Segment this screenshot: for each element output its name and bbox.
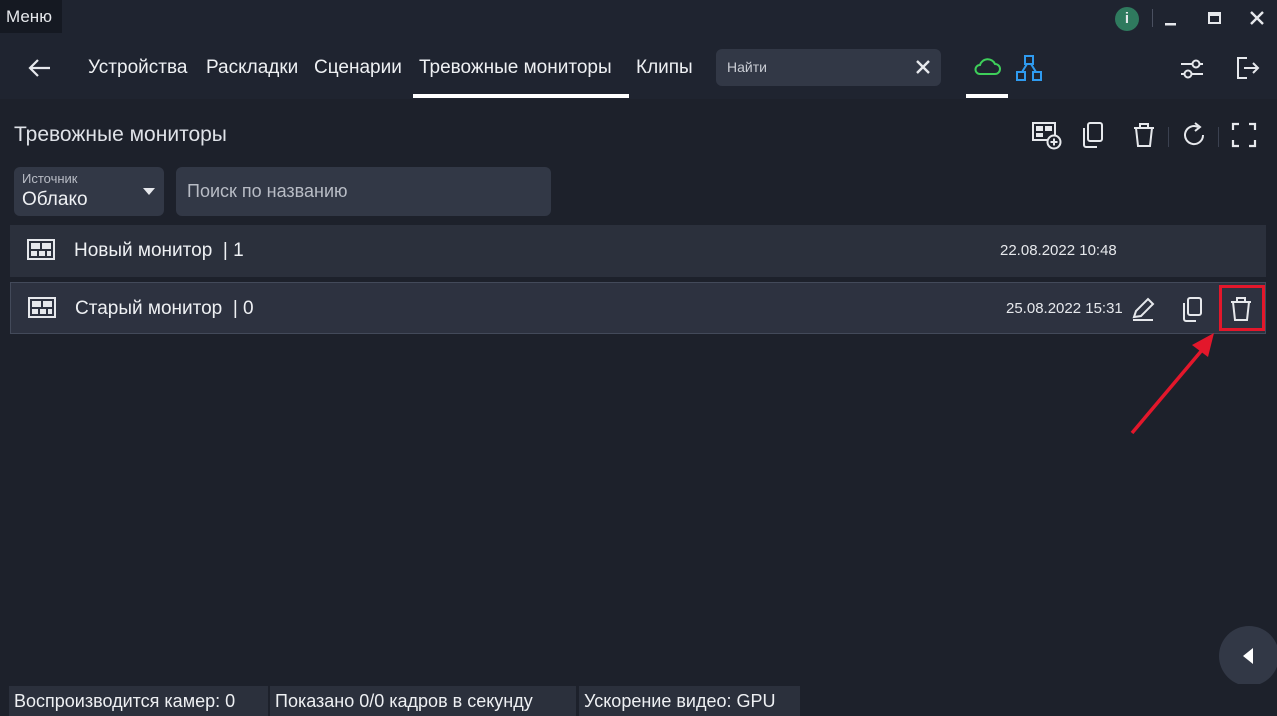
monitor-row-selected[interactable]: Старый монитор | 0 25.08.2022 15:31 [10, 282, 1266, 334]
monitor-name: Новый монитор | 1 [74, 240, 244, 261]
monitor-row[interactable]: Новый монитор | 1 22.08.2022 10:48 [10, 225, 1266, 277]
trash-icon[interactable] [1128, 119, 1160, 151]
status-frames: Показано 0/0 кадров в секунду [270, 686, 576, 716]
settings-sliders-icon[interactable] [1177, 54, 1207, 84]
collapse-panel-button[interactable] [1219, 626, 1277, 686]
name-search-input[interactable]: Поиск по названию [176, 167, 551, 216]
source-value: Облако [22, 189, 88, 210]
chevron-down-icon [143, 188, 155, 195]
page-title: Тревожные мониторы [14, 123, 227, 146]
edit-pencil-icon[interactable] [1129, 295, 1157, 323]
global-search-input[interactable]: Найти [716, 49, 941, 86]
status-acceleration: Ускорение видео: GPU [579, 686, 800, 716]
active-tab-indicator [413, 94, 629, 98]
copy-icon[interactable] [1179, 295, 1207, 323]
title-bar: Меню i [0, 0, 1277, 36]
cloud-indicator [966, 94, 1008, 98]
status-bar: Воспроизводится камер: 0 Показано 0/0 ка… [0, 684, 1277, 716]
delete-highlight-box [1219, 285, 1265, 331]
fullscreen-icon[interactable] [1228, 119, 1260, 151]
maximize-icon[interactable] [1202, 6, 1226, 30]
back-arrow-icon[interactable] [26, 54, 54, 82]
monitor-date: 25.08.2022 15:31 [1006, 300, 1123, 317]
minimize-icon[interactable] [1159, 6, 1183, 30]
name-search-placeholder: Поиск по названию [187, 181, 348, 201]
monitor-layout-icon [27, 239, 55, 261]
tab-devices[interactable]: Устройства [88, 57, 187, 79]
logout-icon[interactable] [1233, 54, 1261, 82]
status-cameras: Воспроизводится камер: 0 [9, 686, 268, 716]
cloud-icon[interactable] [972, 54, 1002, 80]
navigation-bar: Устройства Раскладки Сценарии Тревожные … [0, 36, 1277, 99]
tab-scenarios[interactable]: Сценарии [314, 57, 402, 79]
add-monitor-icon[interactable] [1030, 119, 1062, 151]
monitor-layout-icon [28, 297, 56, 319]
source-select[interactable]: Источник Облако [14, 167, 164, 216]
monitor-count: | 1 [222, 240, 244, 261]
annotation-arrow-icon [1130, 333, 1214, 435]
info-icon[interactable]: i [1115, 7, 1139, 31]
refresh-icon[interactable] [1178, 119, 1210, 151]
menu-button[interactable]: Меню [0, 0, 62, 33]
toolbar-divider [1168, 127, 1169, 147]
clear-search-icon[interactable] [914, 58, 932, 76]
tab-alarm-monitors[interactable]: Тревожные мониторы [419, 57, 612, 79]
monitor-name: Старый монитор | 0 [75, 298, 254, 319]
copy-icon[interactable] [1078, 119, 1110, 151]
close-window-icon[interactable] [1245, 6, 1269, 30]
titlebar-divider [1152, 9, 1153, 27]
monitor-count: | 0 [232, 298, 254, 319]
source-label: Источник [22, 171, 78, 186]
global-search-placeholder: Найти [727, 59, 767, 75]
main-content: Тревожные мониторы Источник Облако Поиск… [0, 99, 1277, 684]
tab-layouts[interactable]: Раскладки [206, 57, 298, 79]
network-icon[interactable] [1014, 53, 1044, 83]
toolbar-divider [1218, 127, 1219, 147]
tab-clips[interactable]: Клипы [636, 57, 693, 79]
monitor-date: 22.08.2022 10:48 [1000, 242, 1117, 259]
chevron-left-icon [1243, 648, 1253, 664]
